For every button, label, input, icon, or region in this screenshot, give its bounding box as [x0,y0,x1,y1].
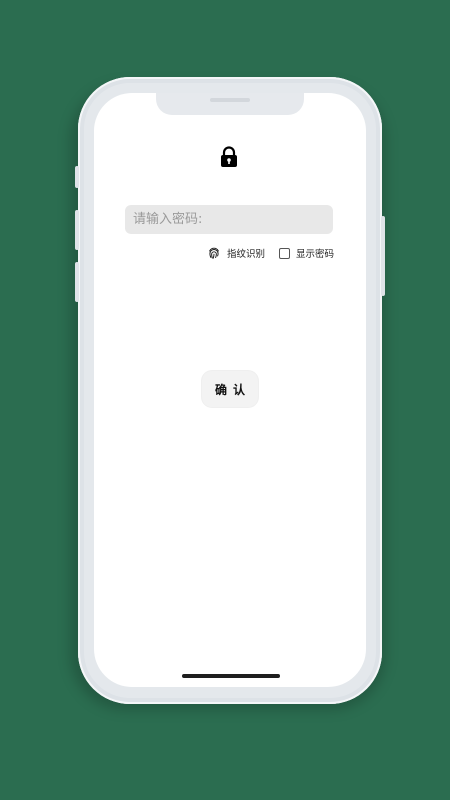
confirm-button[interactable]: 确认 [202,371,258,407]
fingerprint-option[interactable]: 指纹识别 [207,246,265,260]
mute-switch [75,166,79,188]
fingerprint-icon [209,247,219,259]
lock-icon [221,146,237,167]
fingerprint-label: 指纹识别 [226,249,265,260]
password-input[interactable] [125,205,333,234]
notch [156,93,304,115]
speaker-grille [210,98,250,102]
volume-up-button [75,210,79,250]
phone-screen: 指纹识别 显示密码 确认 [94,93,366,687]
show-password-checkbox[interactable] [278,247,290,259]
options-row: 指纹识别 显示密码 [207,245,334,261]
show-password-option[interactable]: 显示密码 [278,246,334,260]
home-indicator [182,674,280,678]
volume-down-button [75,262,79,302]
power-button [381,216,385,296]
show-password-label: 显示密码 [295,249,334,260]
